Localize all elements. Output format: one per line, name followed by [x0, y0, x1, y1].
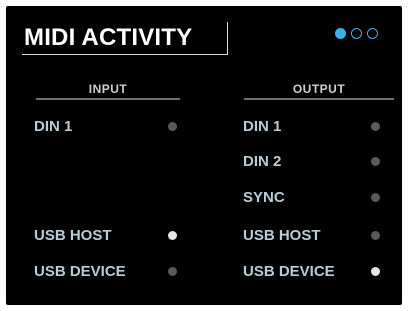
output-port-din-1-label: DIN 1 — [243, 118, 282, 135]
page-dot-3[interactable] — [367, 28, 378, 39]
output-port-usb-host-led — [371, 231, 380, 240]
output-port-din-2-led — [371, 157, 380, 166]
page-title: MIDI ACTIVITY — [24, 24, 193, 51]
page-dot-1[interactable] — [335, 28, 346, 39]
output-port-din-2-label: DIN 2 — [243, 153, 282, 170]
input-port-din-1-led — [168, 122, 177, 131]
output-header: OUTPUT — [292, 82, 346, 96]
page-indicator — [335, 28, 378, 39]
input-port-usb-device-label: USB DEVICE — [34, 263, 126, 280]
input-port-usb-device-led — [168, 267, 177, 276]
output-port-sync-led — [371, 193, 380, 202]
input-port-usb-host-label: USB HOST — [34, 227, 112, 244]
output-port-usb-device-label: USB DEVICE — [243, 263, 335, 280]
input-port-usb-host-led — [168, 231, 177, 240]
input-port-din-1-label: DIN 1 — [34, 118, 73, 135]
output-header-rule — [244, 98, 394, 100]
title-underline — [22, 54, 228, 55]
title-divider — [227, 22, 228, 55]
input-header-rule — [36, 98, 180, 100]
input-header: INPUT — [88, 82, 128, 96]
output-port-usb-host-label: USB HOST — [243, 227, 321, 244]
page-dot-2[interactable] — [351, 28, 362, 39]
output-port-din-1-led — [371, 122, 380, 131]
output-port-sync-label: SYNC — [243, 189, 285, 206]
output-port-usb-device-led — [371, 267, 380, 276]
midi-activity-screen: MIDI ACTIVITY INPUT DIN 1 USB HOST USB D… — [6, 6, 402, 305]
